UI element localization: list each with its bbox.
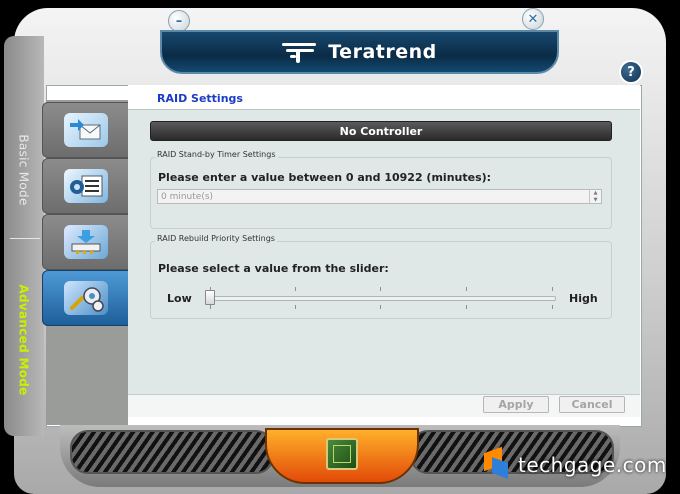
left-grille xyxy=(70,430,274,474)
slider-tick xyxy=(466,287,467,291)
teratrend-logo: Teratrend xyxy=(282,41,436,63)
drive-download-icon xyxy=(64,225,108,259)
minimize-button[interactable]: – xyxy=(168,10,190,32)
nav-tab-drive-download[interactable] xyxy=(42,214,130,270)
apply-button[interactable]: Apply xyxy=(483,396,549,413)
controller-status-text: No Controller xyxy=(339,124,423,138)
settings-list-icon xyxy=(64,169,108,203)
page-title: RAID Settings xyxy=(157,92,243,105)
slider-tick xyxy=(552,305,553,309)
close-button[interactable]: ✕ xyxy=(522,8,544,30)
controller-status-bar: No Controller xyxy=(150,121,612,141)
nav-tab-email-transfer[interactable] xyxy=(42,102,130,158)
slider-tick xyxy=(295,305,296,309)
slider-tick xyxy=(295,287,296,291)
mode-divider xyxy=(10,238,40,239)
slider-tick xyxy=(210,305,211,309)
nav-tab-settings-list[interactable] xyxy=(42,158,130,214)
slider-low-label: Low xyxy=(167,292,192,305)
rebuild-priority-slider-track[interactable] xyxy=(208,296,556,301)
slider-tick xyxy=(552,287,553,291)
techgage-logo-icon xyxy=(478,446,512,482)
watermark: techgage.com xyxy=(478,446,667,482)
slider-tick xyxy=(466,305,467,309)
standby-timer-input[interactable]: 0 minute(s) ▲ ▼ xyxy=(157,189,602,204)
slider-high-label: High xyxy=(569,292,598,305)
slider-tick xyxy=(380,305,381,309)
tools-gears-icon xyxy=(64,281,108,315)
brand-name: Teratrend xyxy=(328,41,437,63)
rebuild-priority-slider-thumb[interactable] xyxy=(205,290,215,305)
watermark-text: techgage.com xyxy=(518,453,667,477)
slider-tick xyxy=(380,287,381,291)
cancel-button[interactable]: Cancel xyxy=(559,396,625,413)
help-button[interactable]: ? xyxy=(619,60,643,84)
standby-timer-spinner: ▲ ▼ xyxy=(589,190,601,203)
basic-mode-toggle[interactable]: Basic Mode xyxy=(4,100,44,240)
chip-icon xyxy=(326,438,358,470)
nav-tab-advanced-tools[interactable] xyxy=(42,270,130,326)
advanced-mode-toggle[interactable]: Advanced Mode xyxy=(4,250,44,430)
teratrend-logo-icon xyxy=(282,41,320,63)
rebuild-priority-legend: RAID Rebuild Priority Settings xyxy=(155,234,277,243)
standby-timer-value: 0 minute(s) xyxy=(161,191,214,202)
spin-down-icon[interactable]: ▼ xyxy=(590,197,601,204)
email-transfer-icon xyxy=(64,113,108,147)
rebuild-priority-prompt: Please select a value from the slider: xyxy=(158,262,389,275)
brand-header: Teratrend xyxy=(160,30,559,74)
standby-timer-prompt: Please enter a value between 0 and 10922… xyxy=(158,171,492,184)
rebuild-priority-group: RAID Rebuild Priority Settings Please se… xyxy=(150,234,612,319)
standby-timer-legend: RAID Stand-by Timer Settings xyxy=(155,150,278,159)
